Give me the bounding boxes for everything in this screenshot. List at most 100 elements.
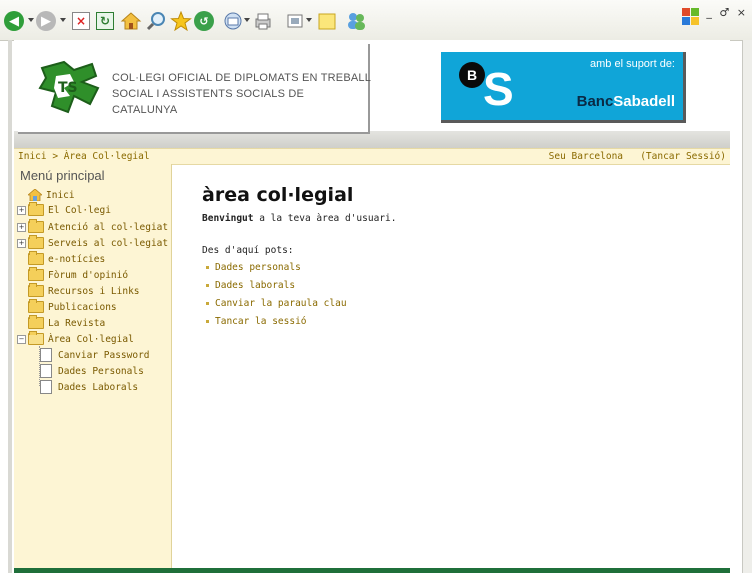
- sidebar-item-label: El Col·legi: [48, 204, 111, 216]
- folder-icon: [28, 251, 44, 265]
- link-dades-personals[interactable]: Dades personals: [206, 262, 301, 273]
- bank-s-icon: S: [483, 63, 514, 115]
- sponsor-text: amb el suport de:: [590, 58, 675, 70]
- folder-icon: [28, 235, 44, 249]
- breadcrumb-separator: >: [46, 151, 64, 162]
- sidebar-item-label: Dades Laborals: [58, 381, 139, 393]
- sidebar-item-label: Publicacions: [48, 301, 117, 313]
- link-label: Dades laborals: [215, 280, 296, 291]
- home-icon[interactable]: [120, 10, 142, 32]
- forward-icon[interactable]: ▶: [36, 10, 56, 32]
- link-dades-laborals[interactable]: Dades laborals: [206, 280, 295, 291]
- stop-icon[interactable]: ×: [72, 10, 90, 32]
- sidebar-item-dades-personals[interactable]: Dades Personals: [40, 364, 144, 378]
- welcome-text: Benvingut a la teva àrea d'usuari.: [202, 213, 396, 224]
- folder-icon: [28, 202, 44, 216]
- org-name-line1: COL·LEGI OFICIAL DE DIPLOMATS EN TREBALL: [112, 72, 372, 84]
- folder-icon: [28, 219, 44, 233]
- history-icon[interactable]: ↺: [194, 10, 214, 32]
- sidebar-item-area-collegial[interactable]: − Àrea Col·legial: [17, 331, 134, 346]
- search-icon[interactable]: [146, 10, 168, 32]
- folder-icon: [28, 315, 44, 329]
- page-title: àrea col·legial: [202, 184, 354, 206]
- browser-toolbar: ◀ ▶ × ↻ ↺ _ ♂ ×: [0, 0, 752, 41]
- folder-icon: [28, 283, 44, 297]
- sidebar-item-dades-laborals[interactable]: Dades Laborals: [40, 380, 138, 394]
- folder-icon: [28, 299, 44, 313]
- svg-text:TS: TS: [58, 80, 78, 96]
- bullet-icon: [206, 320, 209, 323]
- site-name: Seu Barcelona: [548, 151, 624, 162]
- forward-dropdown-icon[interactable]: [60, 18, 66, 22]
- sidebar-item-el-collegi[interactable]: + El Col·legi: [17, 202, 111, 217]
- sidebar-item-atencio[interactable]: + Atenció al col·legiat: [17, 219, 169, 234]
- expand-icon[interactable]: +: [17, 222, 26, 232]
- link-canviar-clau[interactable]: Canviar la paraula clau: [206, 298, 347, 309]
- sponsor-banner[interactable]: B S amb el suport de: BancSabadell: [441, 52, 686, 123]
- back-dropdown-icon[interactable]: [28, 18, 34, 22]
- college-logo-icon[interactable]: TS: [34, 58, 104, 116]
- logout-link[interactable]: (Tancar Sessió): [640, 151, 726, 162]
- bank-name: BancSabadell: [577, 93, 675, 110]
- sidebar-item-inici[interactable]: Inici: [28, 188, 75, 202]
- sidebar-item-revista[interactable]: La Revista: [28, 315, 106, 330]
- sidebar-item-label: Àrea Col·legial: [48, 333, 134, 345]
- link-label: Dades personals: [215, 262, 301, 273]
- edit-dropdown-icon[interactable]: [306, 18, 312, 22]
- page-icon: [40, 364, 52, 378]
- mail-icon[interactable]: [222, 10, 244, 32]
- bullet-icon: [206, 284, 209, 287]
- expand-icon[interactable]: +: [17, 205, 26, 215]
- breadcrumb-bar: Inici > Àrea Col·legial Seu Barcelona (T…: [14, 148, 730, 165]
- expand-icon[interactable]: +: [17, 238, 26, 248]
- breadcrumb: Inici > Àrea Col·legial: [18, 149, 150, 164]
- sidebar-item-label: Inici: [46, 189, 75, 201]
- site-info: Seu Barcelona (Tancar Sessió): [549, 149, 726, 164]
- refresh-icon[interactable]: ↻: [96, 10, 114, 32]
- scrollbar-track[interactable]: [742, 40, 752, 573]
- sidebar-item-label: e-notícies: [48, 253, 106, 265]
- back-icon[interactable]: ◀: [4, 10, 24, 32]
- sidebar-item-forum[interactable]: Fòrum d'opinió: [28, 267, 129, 282]
- window-controls[interactable]: _ ♂ ×: [706, 6, 748, 19]
- org-name-line2: SOCIAL I ASSISTENTS SOCIALS DE CATALUNYA: [112, 88, 305, 116]
- folder-icon: [28, 267, 44, 281]
- page-icon: [40, 380, 52, 394]
- mail-dropdown-icon[interactable]: [244, 18, 250, 22]
- sidebar: Menú principal Inici + El Col·legi + Atenc…: [14, 164, 172, 568]
- sidebar-item-recursos[interactable]: Recursos i Links: [28, 283, 140, 298]
- open-folder-icon: [28, 331, 44, 345]
- sidebar-item-label: La Revista: [48, 317, 106, 329]
- sidebar-item-label: Canviar Password: [58, 349, 150, 361]
- sidebar-item-label: Fòrum d'opinió: [48, 269, 129, 281]
- welcome-rest: a la teva àrea d'usuari.: [253, 213, 397, 224]
- org-name: COL·LEGI OFICIAL DE DIPLOMATS EN TREBALL…: [112, 70, 372, 118]
- print-icon[interactable]: [252, 10, 274, 32]
- menu-title: Menú principal: [20, 168, 105, 183]
- link-label: Canviar la paraula clau: [215, 298, 347, 309]
- footer-bar: [14, 568, 730, 573]
- sidebar-item-label: Serveis al col·legiat: [48, 237, 169, 249]
- sidebar-item-serveis[interactable]: + Serveis al col·legiat: [17, 235, 169, 250]
- collapse-icon[interactable]: −: [17, 334, 26, 344]
- notes-icon[interactable]: [316, 10, 338, 32]
- messenger-icon[interactable]: [344, 10, 368, 32]
- edit-icon[interactable]: [284, 10, 306, 32]
- link-label: Tancar la sessió: [215, 316, 307, 327]
- bullet-icon: [206, 302, 209, 305]
- sidebar-item-publicacions[interactable]: Publicacions: [28, 299, 117, 314]
- home-icon: [28, 189, 42, 201]
- breadcrumb-home-link[interactable]: Inici: [18, 151, 47, 162]
- link-tancar-sessio[interactable]: Tancar la sessió: [206, 316, 307, 327]
- intro-text: Des d'aquí pots:: [202, 245, 294, 256]
- welcome-bold: Benvingut: [202, 213, 254, 224]
- sidebar-item-canviar-password[interactable]: Canviar Password: [40, 348, 150, 362]
- favorites-icon[interactable]: [170, 10, 192, 32]
- bank-name-part2: Sabadell: [613, 93, 675, 110]
- page-frame-left: [8, 40, 12, 573]
- page-icon: [40, 348, 52, 362]
- sidebar-item-enoticies[interactable]: e-notícies: [28, 251, 106, 266]
- sidebar-item-label: Atenció al col·legiat: [48, 221, 169, 233]
- breadcrumb-current: Àrea Col·legial: [63, 151, 150, 162]
- bank-b-icon: B: [459, 62, 485, 88]
